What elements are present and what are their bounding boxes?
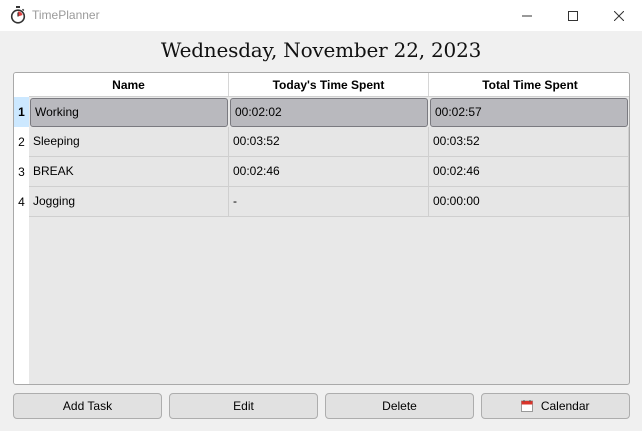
row-number[interactable]: 3 <box>14 157 29 187</box>
delete-label: Delete <box>382 399 417 413</box>
total-time-cell[interactable]: 00:00:00 <box>429 187 629 217</box>
add-task-label: Add Task <box>62 399 113 413</box>
today-time-cell[interactable]: 00:03:52 <box>229 127 429 157</box>
calendar-label: Calendar <box>540 399 590 413</box>
total-time-cell[interactable]: 00:02:46 <box>429 157 629 187</box>
row-number[interactable]: 2 <box>14 127 29 157</box>
task-name-cell[interactable]: Sleeping <box>29 127 229 157</box>
title-bar[interactable]: TimePlanner <box>0 0 642 31</box>
maximize-icon <box>568 10 578 21</box>
add-task-button[interactable]: Add Task <box>13 393 162 419</box>
minimize-button[interactable] <box>504 0 550 31</box>
stopwatch-icon <box>10 6 26 24</box>
app-window: TimePlanner Wednesday, November 22, 2023… <box>0 0 642 431</box>
maximize-button[interactable] <box>550 0 596 31</box>
task-name-cell[interactable]: Working <box>30 98 228 127</box>
row-number[interactable]: 1 <box>14 97 29 127</box>
column-header-name[interactable]: Name <box>29 73 229 96</box>
task-table[interactable]: Name Today's Time Spent Total Time Spent… <box>13 72 630 385</box>
today-time-cell[interactable]: 00:02:46 <box>229 157 429 187</box>
today-time-cell[interactable]: 00:02:02 <box>230 98 428 127</box>
today-time-cell[interactable]: - <box>229 187 429 217</box>
close-button[interactable] <box>596 0 642 31</box>
edit-label: Edit <box>233 399 254 413</box>
delete-button[interactable]: Delete <box>325 393 474 419</box>
window-title: TimePlanner <box>32 8 100 22</box>
close-icon <box>614 10 624 21</box>
total-time-cell[interactable]: 00:03:52 <box>429 127 629 157</box>
table-row[interactable]: Sleeping 00:03:52 00:03:52 <box>29 127 629 157</box>
task-name-cell[interactable]: BREAK <box>29 157 229 187</box>
column-header-today[interactable]: Today's Time Spent <box>229 73 429 96</box>
minimize-icon <box>522 15 532 16</box>
row-number[interactable]: 4 <box>14 187 29 217</box>
calendar-icon <box>521 396 534 412</box>
table-row[interactable]: Working 00:02:02 00:02:57 <box>29 97 629 127</box>
task-name-cell[interactable]: Jogging <box>29 187 229 217</box>
table-row[interactable]: Jogging - 00:00:00 <box>29 187 629 217</box>
column-header-total[interactable]: Total Time Spent <box>429 73 629 96</box>
edit-button[interactable]: Edit <box>169 393 318 419</box>
date-header: Wednesday, November 22, 2023 <box>160 38 482 62</box>
table-header: Name Today's Time Spent Total Time Spent <box>29 73 629 97</box>
table-row[interactable]: BREAK 00:02:46 00:02:46 <box>29 157 629 187</box>
total-time-cell[interactable]: 00:02:57 <box>430 98 628 127</box>
calendar-button[interactable]: Calendar <box>481 393 630 419</box>
